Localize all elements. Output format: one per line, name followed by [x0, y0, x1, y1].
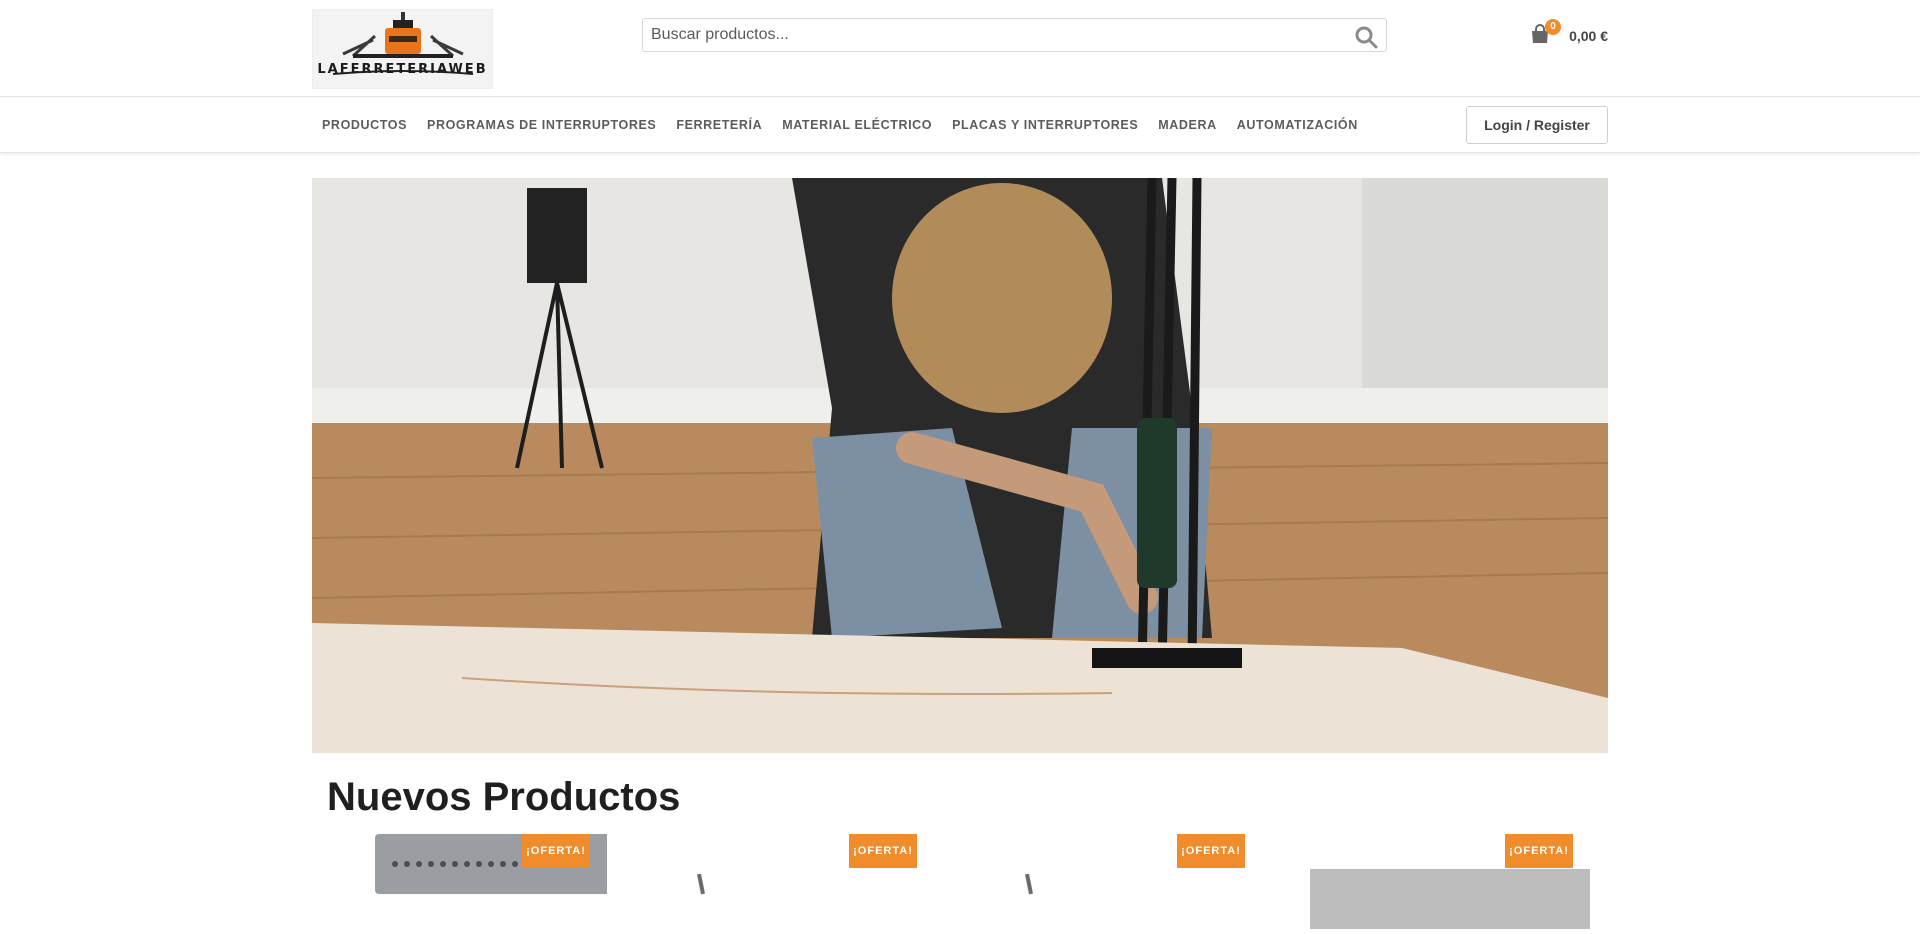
section-title-new-products: Nuevos Productos: [327, 775, 681, 819]
sale-badge: ¡OFERTA!: [522, 834, 590, 868]
product-card[interactable]: ¡OFERTA!: [982, 834, 1272, 895]
product-card[interactable]: ¡OFERTA!: [654, 834, 944, 895]
hero-banner-image: [312, 178, 1608, 753]
product-image: [1310, 869, 1590, 929]
sale-badge: ¡OFERTA!: [849, 834, 917, 868]
product-card[interactable]: ¡OFERTA!: [1310, 834, 1600, 929]
product-image: [1025, 874, 1033, 895]
sale-badge: ¡OFERTA!: [1177, 834, 1245, 868]
sale-badge: ¡OFERTA!: [1505, 834, 1573, 868]
product-card[interactable]: ¡OFERTA!: [327, 834, 617, 894]
main-content: Nuevos Productos ¡OFERTA! ¡OFERTA! ¡OFER…: [312, 0, 1608, 929]
product-image: [697, 874, 705, 895]
